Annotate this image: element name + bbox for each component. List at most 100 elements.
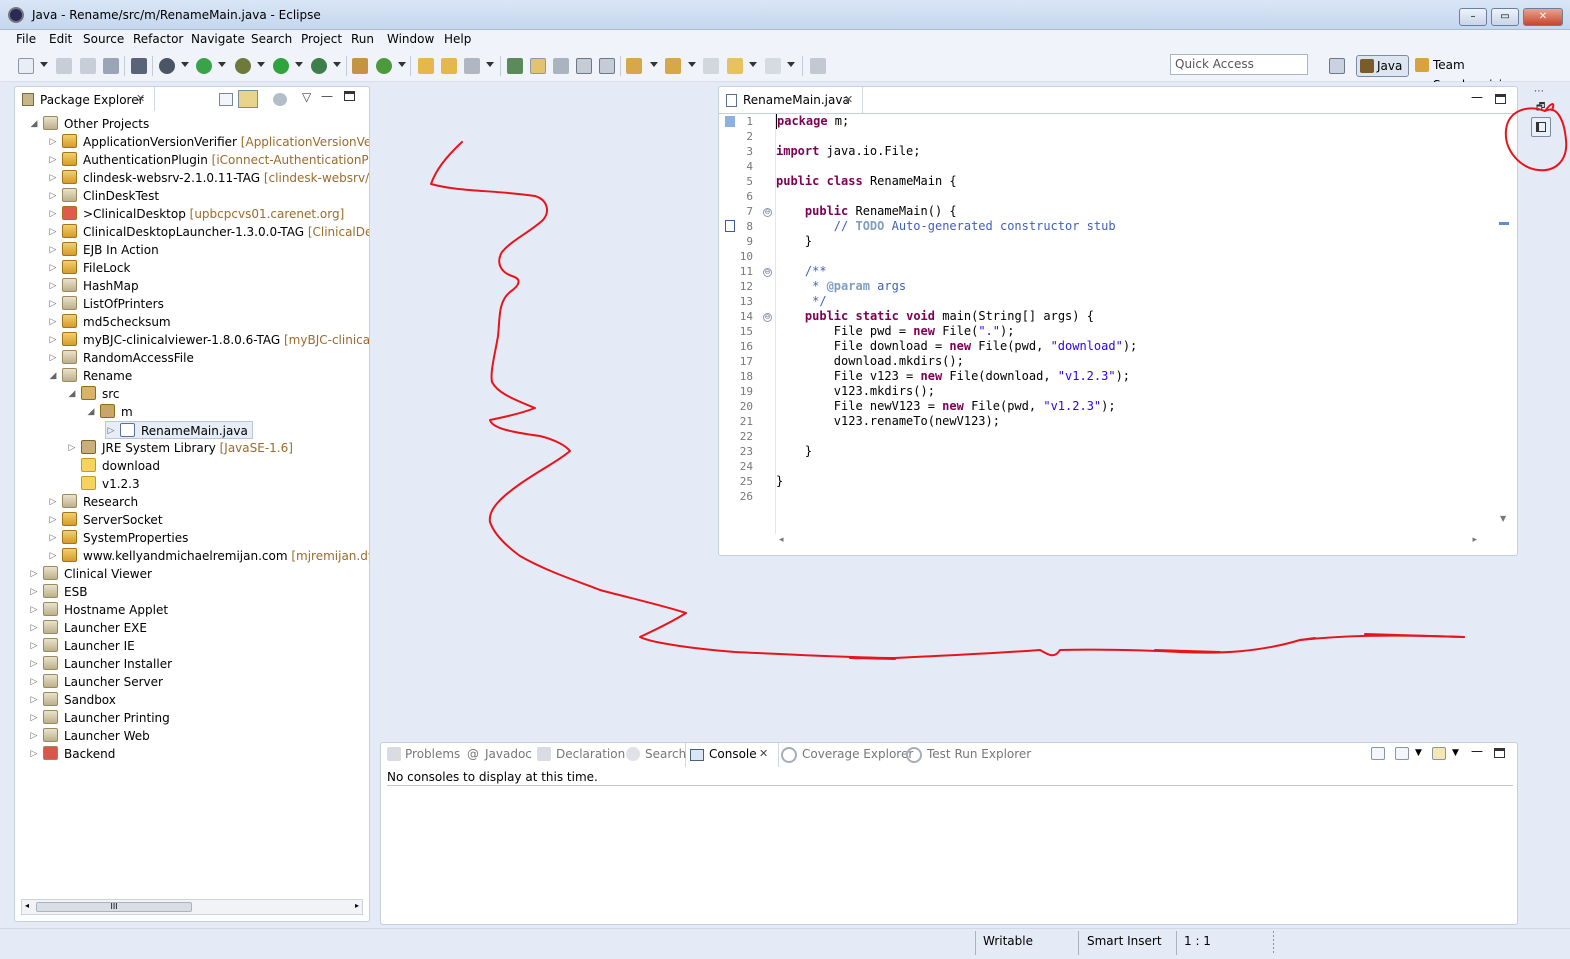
tab-coverage-explorer[interactable]: Coverage Explorer	[802, 747, 913, 761]
fold-toggle-icon[interactable]: ⊖	[763, 268, 772, 277]
close-icon[interactable]: ✕	[759, 747, 768, 760]
web-service-icon[interactable]	[196, 58, 212, 74]
code-line[interactable]: /**	[776, 264, 1483, 279]
focus-task-icon[interactable]	[273, 93, 287, 106]
gear-icon[interactable]	[159, 58, 175, 74]
menu-help[interactable]: Help	[444, 32, 471, 46]
code-line[interactable]	[776, 189, 1483, 204]
code-line[interactable]: File download = new File(pwd, "download"…	[776, 339, 1483, 354]
scroll-right-icon[interactable]: ▸	[1472, 535, 1477, 545]
code-line[interactable]	[776, 159, 1483, 174]
maximize-view-icon[interactable]	[1494, 748, 1505, 758]
coverage-icon[interactable]	[311, 58, 327, 74]
code-line[interactable]: File pwd = new File(".");	[776, 324, 1483, 339]
maximize-view-icon[interactable]	[1495, 94, 1506, 104]
tab-test-run-explorer[interactable]: Test Run Explorer	[927, 747, 1031, 761]
code-line[interactable]: }	[776, 444, 1483, 459]
code-line[interactable]: public class RenameMain {	[776, 174, 1483, 189]
maximize-button[interactable]: ▭	[1491, 8, 1519, 26]
new-icon[interactable]	[18, 58, 34, 74]
search-icon[interactable]	[464, 58, 480, 74]
last-edit-icon[interactable]	[703, 58, 719, 74]
print-icon[interactable]	[103, 58, 119, 74]
scroll-thumb[interactable]: III	[36, 902, 192, 912]
fold-toggle-icon[interactable]: ⊖	[763, 313, 772, 322]
code-line[interactable]: */	[776, 294, 1483, 309]
code-line[interactable]	[776, 459, 1483, 474]
chevron-down-icon[interactable]: ▼	[1452, 748, 1459, 758]
close-icon[interactable]: ✕	[136, 92, 145, 105]
restore-editor-area-icon[interactable]	[1531, 117, 1551, 137]
tab-console[interactable]: Console	[709, 747, 757, 761]
open-perspective-icon[interactable]	[1329, 58, 1345, 74]
forward-icon[interactable]	[765, 58, 781, 74]
display-console-icon[interactable]	[1395, 747, 1409, 760]
editor-horizontal-scrollbar[interactable]: ◂ ▸	[775, 535, 1483, 549]
menu-navigate[interactable]: Navigate	[191, 32, 245, 46]
link-with-editor-icon[interactable]	[238, 90, 258, 108]
code-line[interactable]: v123.renameTo(newV123);	[776, 414, 1483, 429]
previous-edit-dropdown-icon[interactable]	[688, 62, 696, 67]
chevron-down-icon[interactable]: ▼	[1415, 748, 1422, 758]
new-dropdown-icon[interactable]	[40, 62, 48, 67]
collapse-all-icon[interactable]	[219, 93, 233, 106]
code-line[interactable]: }	[776, 234, 1483, 249]
quick-access-input[interactable]: Quick Access	[1170, 54, 1308, 75]
menu-refactor[interactable]: Refactor	[133, 32, 183, 46]
code-line[interactable]	[776, 249, 1483, 264]
pin-editor-icon[interactable]	[810, 58, 826, 74]
back-dropdown-icon[interactable]	[749, 62, 757, 67]
tab-declaration[interactable]: Declaration	[556, 747, 625, 761]
coverage-dropdown-icon[interactable]	[333, 62, 341, 67]
next-edit-dropdown-icon[interactable]	[650, 62, 658, 67]
code-line[interactable]: download.mkdirs();	[776, 354, 1483, 369]
debug-icon[interactable]	[235, 58, 251, 74]
toggle-mark-occurrences-icon[interactable]	[530, 58, 546, 74]
show-whitespace-icon[interactable]	[599, 58, 615, 74]
next-annotation-icon[interactable]	[507, 58, 523, 74]
menu-search[interactable]: Search	[251, 32, 292, 46]
code-line[interactable]: v123.mkdirs();	[776, 384, 1483, 399]
forward-dropdown-icon[interactable]	[787, 62, 795, 67]
back-icon[interactable]	[727, 58, 743, 74]
scroll-left-icon[interactable]: ◂	[25, 901, 29, 910]
minimize-view-icon[interactable]: —	[1471, 90, 1483, 104]
code-line[interactable]: import java.io.File;	[776, 144, 1483, 159]
minimize-view-icon[interactable]: —	[1471, 744, 1483, 758]
package-explorer-tab[interactable]: Package Explorer ✕	[15, 87, 155, 111]
trim-handle[interactable]: ⋯	[1534, 86, 1545, 97]
overview-marker[interactable]	[1499, 222, 1509, 225]
menu-file[interactable]: File	[16, 32, 36, 46]
code-line[interactable]: // TODO Auto-generated constructor stub	[776, 219, 1483, 234]
close-icon[interactable]: ✕	[844, 93, 853, 106]
new-java-project-icon[interactable]	[352, 58, 368, 74]
debug-dropdown-icon[interactable]	[257, 62, 265, 67]
view-menu-chevron-down-icon[interactable]: ▽	[302, 90, 311, 104]
scroll-right-icon[interactable]: ▸	[355, 901, 359, 910]
menu-run[interactable]: Run	[351, 32, 374, 46]
code-line[interactable]: public RenameMain() {	[776, 204, 1483, 219]
tab-problems[interactable]: Problems	[405, 747, 460, 761]
editor-tab-renamemain[interactable]: RenameMain.java ✕	[719, 87, 863, 113]
menu-window[interactable]: Window	[387, 32, 434, 46]
perspective-team[interactable]: Team Synchronizing	[1413, 55, 1545, 92]
code-line[interactable]	[776, 429, 1483, 444]
menu-edit[interactable]: Edit	[49, 32, 72, 46]
search-dropdown-icon[interactable]	[486, 62, 494, 67]
code-line[interactable]: package m;	[776, 114, 1483, 129]
menu-project[interactable]: Project	[301, 32, 342, 46]
skip-breakpoints-icon[interactable]	[131, 58, 147, 74]
code-line[interactable]: File newV123 = new File(pwd, "v1.2.3");	[776, 399, 1483, 414]
editor-body[interactable]: 1 2 3 4 5 6 7 8 9 10 11 12 13 14 15 16 17 18 19 20 21 22 23 24 2…	[719, 113, 1517, 555]
gear-dropdown-icon[interactable]	[181, 62, 189, 67]
new-class-dropdown-icon[interactable]	[398, 62, 406, 67]
open-type-icon[interactable]	[418, 58, 434, 74]
close-button[interactable]: ✕	[1523, 8, 1563, 26]
minimize-view-icon[interactable]: —	[321, 89, 333, 103]
run-icon[interactable]	[273, 58, 289, 74]
tree-item-selected[interactable]: ▷ RenameMain.java	[105, 421, 253, 439]
open-console-icon[interactable]	[1432, 747, 1446, 760]
menu-source[interactable]: Source	[83, 32, 124, 46]
tab-javadoc[interactable]: Javadoc	[485, 747, 532, 761]
code-line[interactable]: * @param args	[776, 279, 1483, 294]
